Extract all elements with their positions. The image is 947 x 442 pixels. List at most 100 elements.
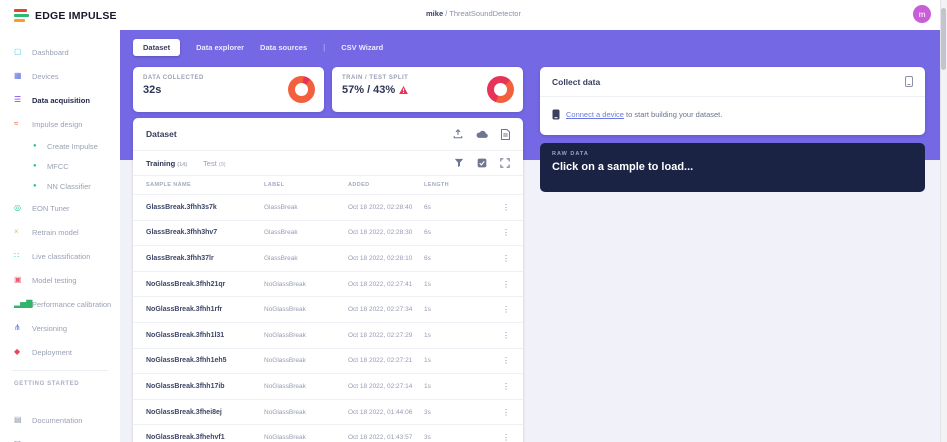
table-row[interactable]: GlassBreak.3fhh3s7kGlassBreakOct 18 2022… — [133, 194, 523, 220]
filter-icon[interactable] — [454, 158, 464, 168]
sidebar-item-label: NN Classifier — [47, 182, 91, 191]
select-icon[interactable] — [477, 158, 487, 168]
label-cell: NoGlassBreak — [264, 434, 348, 441]
scrollbar-thumb[interactable] — [941, 8, 946, 70]
raw-data-card: RAW DATA Click on a sample to load... — [540, 143, 925, 192]
length-cell: 3s — [424, 409, 468, 416]
upload-icon[interactable] — [453, 129, 463, 139]
length-cell: 1s — [424, 332, 468, 339]
label-cell: GlassBreak — [264, 204, 348, 211]
table-row[interactable]: NoGlassBreak.3fhehvf1NoGlassBreakOct 18 … — [133, 424, 523, 442]
row-menu-icon[interactable]: ⋮ — [468, 356, 510, 365]
tab-data-sources[interactable]: Data sources — [260, 39, 307, 56]
collect-body-text: to start building your dataset. — [624, 110, 722, 119]
sidebar-item-label: Documentation — [32, 416, 82, 425]
table-row[interactable]: NoGlassBreak.3fhei8ejNoGlassBreakOct 18 … — [133, 399, 523, 425]
bullet-icon: ● — [33, 183, 47, 189]
sidebar-item-deployment[interactable]: ◆Deployment — [0, 340, 120, 364]
sidebar-item-label: Dashboard — [32, 48, 69, 57]
col-length: LENGTH — [424, 182, 468, 188]
cloud-icon[interactable] — [476, 130, 488, 139]
length-cell: 6s — [424, 204, 468, 211]
row-menu-icon[interactable]: ⋮ — [468, 331, 510, 340]
table-row[interactable]: GlassBreak.3fhh37lrGlassBreakOct 18 2022… — [133, 245, 523, 271]
device-icon — [552, 109, 560, 120]
label-cell: NoGlassBreak — [264, 383, 348, 390]
added-cell: Oct 18 2022, 02:28:30 — [348, 229, 424, 236]
connect-device-link[interactable]: Connect a device — [566, 110, 624, 119]
sidebar-item-eon-tuner[interactable]: ◎EON Tuner — [0, 196, 120, 220]
raw-data-label: RAW DATA — [552, 151, 913, 157]
sample-name-cell: NoGlassBreak.3fhh1eh5 — [146, 357, 264, 364]
sidebar-item-label: Versioning — [32, 324, 67, 333]
sidebar-item-dashboard[interactable]: ▢Dashboard — [0, 40, 120, 64]
row-menu-icon[interactable]: ⋮ — [468, 203, 510, 212]
sidebar-item-devices[interactable]: ▦Devices — [0, 64, 120, 88]
device-icon[interactable] — [905, 76, 913, 87]
sidebar-item-versioning[interactable]: ⋔Versioning — [0, 316, 120, 340]
sidebar-item-retrain-model[interactable]: ×Retrain model — [0, 220, 120, 244]
table-row[interactable]: GlassBreak.3fhh3hv7GlassBreakOct 18 2022… — [133, 220, 523, 246]
tab-dataset[interactable]: Dataset — [133, 39, 180, 56]
breadcrumb[interactable]: mike / ThreatSoundDetector — [0, 9, 947, 18]
section-tabs: Dataset Data explorer Data sources | CSV… — [133, 39, 383, 56]
row-menu-icon[interactable]: ⋮ — [468, 382, 510, 391]
label-cell: NoGlassBreak — [264, 306, 348, 313]
row-menu-icon[interactable]: ⋮ — [468, 228, 510, 237]
sidebar-item-label: Devices — [32, 72, 59, 81]
bullet-icon: ● — [33, 143, 47, 149]
row-menu-icon[interactable]: ⋮ — [468, 280, 510, 289]
deployment-icon: ◆ — [14, 348, 32, 356]
label-cell: GlassBreak — [264, 229, 348, 236]
sidebar-item-impulse-design[interactable]: ≈Impulse design — [0, 112, 120, 136]
train-test-donut — [487, 76, 514, 103]
sidebar-item-nn-classifier[interactable]: ●NN Classifier — [0, 176, 120, 196]
training-tab[interactable]: Training (14) — [146, 159, 187, 168]
row-menu-icon[interactable]: ⋮ — [468, 408, 510, 417]
file-icon[interactable] — [501, 129, 510, 140]
train-test-value: 57% / 43% — [342, 84, 395, 96]
length-cell: 1s — [424, 281, 468, 288]
sidebar-item-model-testing[interactable]: ▣Model testing — [0, 268, 120, 292]
tab-csv-wizard[interactable]: CSV Wizard — [341, 39, 383, 56]
added-cell: Oct 18 2022, 02:27:14 — [348, 383, 424, 390]
sample-name-cell: NoGlassBreak.3fhehvf1 — [146, 434, 264, 441]
brand-logo[interactable]: EDGE IMPULSE — [0, 0, 120, 22]
sidebar-item-create-impulse[interactable]: ●Create Impulse — [0, 136, 120, 156]
sidebar-item-documentation[interactable]: ▤Documentation — [0, 408, 120, 432]
table-header: SAMPLE NAME LABEL ADDED LENGTH — [133, 175, 523, 194]
sidebar-item-mfcc[interactable]: ●MFCC — [0, 156, 120, 176]
sidebar-item-label: Data acquisition — [32, 96, 90, 105]
row-menu-icon[interactable]: ⋮ — [468, 305, 510, 314]
table-row[interactable]: NoGlassBreak.3fhh1rfrNoGlassBreakOct 18 … — [133, 296, 523, 322]
added-cell: Oct 18 2022, 02:27:34 — [348, 306, 424, 313]
table-row[interactable]: NoGlassBreak.3fhh21qrNoGlassBreakOct 18 … — [133, 271, 523, 297]
sidebar-item-live-classification[interactable]: ∷Live classification — [0, 244, 120, 268]
sidebar-item-data-acquisition[interactable]: ☰Data acquisition — [0, 88, 120, 112]
retrain-model-icon: × — [14, 228, 32, 236]
expand-icon[interactable] — [500, 158, 510, 168]
breadcrumb-project[interactable]: ThreatSoundDetector — [449, 9, 521, 18]
avatar[interactable]: m — [913, 5, 931, 23]
breadcrumb-user[interactable]: mike — [426, 9, 443, 18]
train-test-label: TRAIN / TEST SPLIT — [342, 75, 513, 81]
row-menu-icon[interactable]: ⋮ — [468, 254, 510, 263]
sample-name-cell: NoGlassBreak.3fhh1l31 — [146, 332, 264, 339]
collect-data-card: Collect data Connect a device to start b… — [540, 67, 925, 135]
col-sample-name: SAMPLE NAME — [146, 182, 264, 188]
sample-name-cell: NoGlassBreak.3fhh17ib — [146, 383, 264, 390]
label-cell: NoGlassBreak — [264, 332, 348, 339]
table-row[interactable]: NoGlassBreak.3fhh1eh5NoGlassBreakOct 18 … — [133, 348, 523, 374]
sample-name-cell: GlassBreak.3fhh3s7k — [146, 204, 264, 211]
length-cell: 6s — [424, 255, 468, 262]
tab-data-explorer[interactable]: Data explorer — [196, 39, 244, 56]
row-menu-icon[interactable]: ⋮ — [468, 433, 510, 442]
sidebar-nav: ▢Dashboard▦Devices☰Data acquisition≈Impu… — [0, 40, 120, 364]
table-row[interactable]: NoGlassBreak.3fhh1l31NoGlassBreakOct 18 … — [133, 322, 523, 348]
sidebar-item-performance-calibration[interactable]: ▂▅▇Performance calibration — [0, 292, 120, 316]
table-row[interactable]: NoGlassBreak.3fhh17ibNoGlassBreakOct 18 … — [133, 373, 523, 399]
length-cell: 1s — [424, 357, 468, 364]
test-tab[interactable]: Test (9) — [203, 159, 226, 168]
sidebar-item-forums[interactable]: ✉Forums — [0, 432, 120, 442]
sidebar-item-label: EON Tuner — [32, 204, 70, 213]
